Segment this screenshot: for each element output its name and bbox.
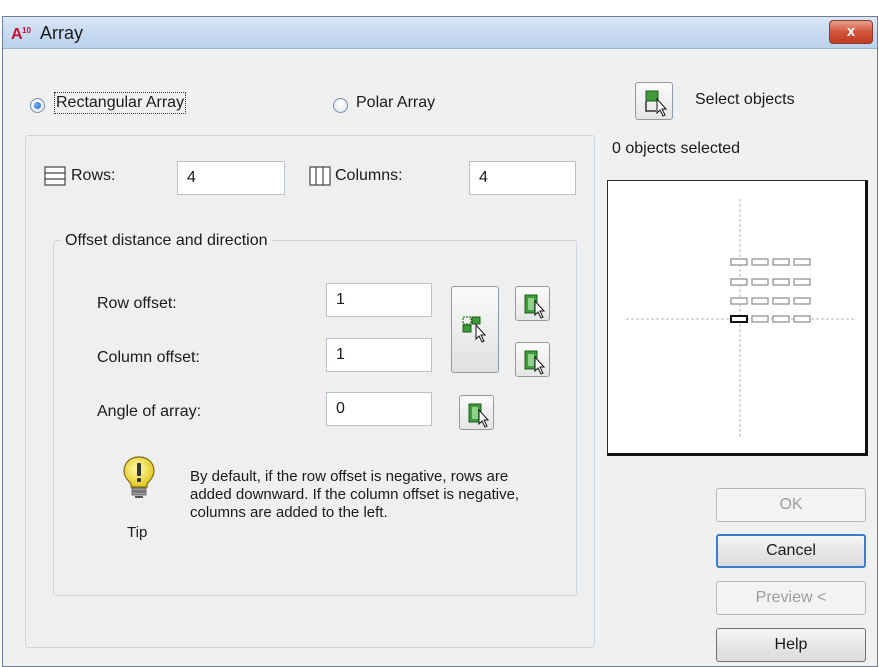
select-objects-button[interactable] <box>635 82 673 120</box>
autocad-a10-icon: A 10 <box>11 26 31 42</box>
close-button[interactable]: x <box>829 20 873 44</box>
tip-text: By default, if the row offset is negativ… <box>190 468 520 521</box>
rows-label: Rows: <box>71 167 116 184</box>
pick-both-offsets-icon <box>462 316 487 343</box>
lightbulb-icon <box>123 456 155 498</box>
dialog-body: Rectangular Array Polar Array Select obj… <box>3 50 877 666</box>
angle-label: Angle of array: <box>97 403 202 420</box>
cancel-button[interactable]: Cancel <box>716 534 866 568</box>
help-button[interactable]: Help <box>716 628 866 662</box>
column-offset-label: Column offset: <box>97 349 200 366</box>
polar-array-label[interactable]: Polar Array <box>356 94 435 112</box>
column-offset-input[interactable]: 1 <box>326 338 432 372</box>
array-preview <box>607 180 868 456</box>
row-offset-input[interactable]: 1 <box>326 283 432 317</box>
pick-row-offset-icon <box>524 294 546 319</box>
preview-button[interactable]: Preview < <box>716 581 866 615</box>
row-offset-label: Row offset: <box>97 295 177 312</box>
pick-angle-button[interactable] <box>459 395 494 430</box>
rectangular-array-radio[interactable] <box>30 98 45 113</box>
pick-both-offsets-button[interactable] <box>451 286 499 373</box>
close-icon: x <box>846 23 856 40</box>
angle-input[interactable]: 0 <box>326 392 432 426</box>
columns-input[interactable]: 4 <box>469 161 576 195</box>
columns-label: Columns: <box>335 167 403 184</box>
pick-column-offset-button[interactable] <box>515 342 550 377</box>
offset-group-title: Offset distance and direction <box>61 232 272 250</box>
objects-selected-status: 0 objects selected <box>612 140 741 157</box>
array-dialog: A 10 Array x Rectangular Array Polar Arr… <box>2 16 878 667</box>
polar-array-radio[interactable] <box>333 98 348 113</box>
select-objects-label[interactable]: Select objects <box>695 91 795 109</box>
rows-icon <box>44 166 66 186</box>
columns-icon <box>309 166 331 186</box>
tip-label: Tip <box>127 524 148 541</box>
ok-button[interactable]: OK <box>716 488 866 522</box>
title-bar[interactable]: A 10 Array x <box>3 17 877 49</box>
select-objects-icon <box>645 90 668 117</box>
pick-column-offset-icon <box>524 350 546 375</box>
rows-input[interactable]: 4 <box>177 161 285 195</box>
pick-row-offset-button[interactable] <box>515 286 550 321</box>
window-title: Array <box>40 23 84 43</box>
pick-angle-icon <box>468 403 490 428</box>
rectangular-array-label[interactable]: Rectangular Array <box>53 92 187 114</box>
svg-text:10: 10 <box>22 26 31 35</box>
array-preview-graphic <box>626 199 854 439</box>
